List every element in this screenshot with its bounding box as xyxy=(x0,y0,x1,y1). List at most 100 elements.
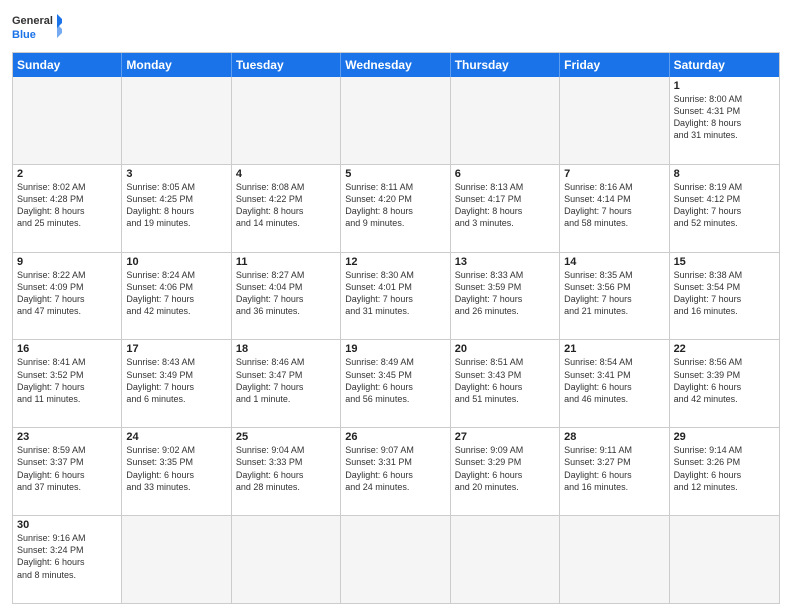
page: General Blue SundayMondayTuesdayWednesda… xyxy=(0,0,792,612)
calendar-cell xyxy=(13,77,122,164)
cell-info: Sunrise: 8:24 AM Sunset: 4:06 PM Dayligh… xyxy=(126,269,226,318)
cell-info: Sunrise: 8:08 AM Sunset: 4:22 PM Dayligh… xyxy=(236,181,336,230)
day-number: 20 xyxy=(455,343,555,355)
calendar: SundayMondayTuesdayWednesdayThursdayFrid… xyxy=(12,52,780,604)
calendar-cell xyxy=(122,516,231,603)
header-day-wednesday: Wednesday xyxy=(341,53,450,77)
cell-info: Sunrise: 9:02 AM Sunset: 3:35 PM Dayligh… xyxy=(126,444,226,493)
day-number: 2 xyxy=(17,168,117,180)
cell-info: Sunrise: 8:54 AM Sunset: 3:41 PM Dayligh… xyxy=(564,356,664,405)
day-number: 14 xyxy=(564,256,664,268)
svg-text:Blue: Blue xyxy=(12,29,36,41)
svg-text:General: General xyxy=(12,15,53,27)
cell-info: Sunrise: 8:49 AM Sunset: 3:45 PM Dayligh… xyxy=(345,356,445,405)
header-day-monday: Monday xyxy=(122,53,231,77)
day-number: 22 xyxy=(674,343,775,355)
day-number: 5 xyxy=(345,168,445,180)
day-number: 10 xyxy=(126,256,226,268)
calendar-cell: 2Sunrise: 8:02 AM Sunset: 4:28 PM Daylig… xyxy=(13,165,122,252)
cell-info: Sunrise: 9:09 AM Sunset: 3:29 PM Dayligh… xyxy=(455,444,555,493)
calendar-cell: 1Sunrise: 8:00 AM Sunset: 4:31 PM Daylig… xyxy=(670,77,779,164)
day-number: 13 xyxy=(455,256,555,268)
calendar-cell: 3Sunrise: 8:05 AM Sunset: 4:25 PM Daylig… xyxy=(122,165,231,252)
calendar-cell: 16Sunrise: 8:41 AM Sunset: 3:52 PM Dayli… xyxy=(13,340,122,427)
calendar-body: 1Sunrise: 8:00 AM Sunset: 4:31 PM Daylig… xyxy=(13,77,779,603)
day-number: 7 xyxy=(564,168,664,180)
day-number: 9 xyxy=(17,256,117,268)
cell-info: Sunrise: 9:16 AM Sunset: 3:24 PM Dayligh… xyxy=(17,532,117,581)
day-number: 6 xyxy=(455,168,555,180)
day-number: 12 xyxy=(345,256,445,268)
calendar-cell xyxy=(341,77,450,164)
calendar-row-2: 9Sunrise: 8:22 AM Sunset: 4:09 PM Daylig… xyxy=(13,253,779,341)
calendar-cell: 13Sunrise: 8:33 AM Sunset: 3:59 PM Dayli… xyxy=(451,253,560,340)
cell-info: Sunrise: 8:41 AM Sunset: 3:52 PM Dayligh… xyxy=(17,356,117,405)
header-day-sunday: Sunday xyxy=(13,53,122,77)
header: General Blue xyxy=(12,10,780,46)
cell-info: Sunrise: 8:16 AM Sunset: 4:14 PM Dayligh… xyxy=(564,181,664,230)
calendar-cell: 17Sunrise: 8:43 AM Sunset: 3:49 PM Dayli… xyxy=(122,340,231,427)
day-number: 17 xyxy=(126,343,226,355)
calendar-cell xyxy=(560,516,669,603)
calendar-cell: 29Sunrise: 9:14 AM Sunset: 3:26 PM Dayli… xyxy=(670,428,779,515)
calendar-cell: 11Sunrise: 8:27 AM Sunset: 4:04 PM Dayli… xyxy=(232,253,341,340)
cell-info: Sunrise: 8:46 AM Sunset: 3:47 PM Dayligh… xyxy=(236,356,336,405)
calendar-cell xyxy=(670,516,779,603)
calendar-row-4: 23Sunrise: 8:59 AM Sunset: 3:37 PM Dayli… xyxy=(13,428,779,516)
header-day-tuesday: Tuesday xyxy=(232,53,341,77)
header-day-saturday: Saturday xyxy=(670,53,779,77)
calendar-cell xyxy=(451,516,560,603)
calendar-cell: 4Sunrise: 8:08 AM Sunset: 4:22 PM Daylig… xyxy=(232,165,341,252)
day-number: 28 xyxy=(564,431,664,443)
day-number: 8 xyxy=(674,168,775,180)
calendar-row-0: 1Sunrise: 8:00 AM Sunset: 4:31 PM Daylig… xyxy=(13,77,779,165)
day-number: 18 xyxy=(236,343,336,355)
cell-info: Sunrise: 8:30 AM Sunset: 4:01 PM Dayligh… xyxy=(345,269,445,318)
calendar-cell: 28Sunrise: 9:11 AM Sunset: 3:27 PM Dayli… xyxy=(560,428,669,515)
calendar-cell: 26Sunrise: 9:07 AM Sunset: 3:31 PM Dayli… xyxy=(341,428,450,515)
calendar-row-5: 30Sunrise: 9:16 AM Sunset: 3:24 PM Dayli… xyxy=(13,516,779,603)
cell-info: Sunrise: 8:13 AM Sunset: 4:17 PM Dayligh… xyxy=(455,181,555,230)
calendar-cell: 24Sunrise: 9:02 AM Sunset: 3:35 PM Dayli… xyxy=(122,428,231,515)
calendar-cell: 9Sunrise: 8:22 AM Sunset: 4:09 PM Daylig… xyxy=(13,253,122,340)
calendar-cell: 18Sunrise: 8:46 AM Sunset: 3:47 PM Dayli… xyxy=(232,340,341,427)
calendar-cell: 8Sunrise: 8:19 AM Sunset: 4:12 PM Daylig… xyxy=(670,165,779,252)
day-number: 16 xyxy=(17,343,117,355)
cell-info: Sunrise: 8:51 AM Sunset: 3:43 PM Dayligh… xyxy=(455,356,555,405)
cell-info: Sunrise: 9:07 AM Sunset: 3:31 PM Dayligh… xyxy=(345,444,445,493)
day-number: 21 xyxy=(564,343,664,355)
cell-info: Sunrise: 9:04 AM Sunset: 3:33 PM Dayligh… xyxy=(236,444,336,493)
cell-info: Sunrise: 9:14 AM Sunset: 3:26 PM Dayligh… xyxy=(674,444,775,493)
cell-info: Sunrise: 8:33 AM Sunset: 3:59 PM Dayligh… xyxy=(455,269,555,318)
day-number: 30 xyxy=(17,519,117,531)
cell-info: Sunrise: 9:11 AM Sunset: 3:27 PM Dayligh… xyxy=(564,444,664,493)
day-number: 19 xyxy=(345,343,445,355)
calendar-cell xyxy=(122,77,231,164)
header-day-friday: Friday xyxy=(560,53,669,77)
cell-info: Sunrise: 8:02 AM Sunset: 4:28 PM Dayligh… xyxy=(17,181,117,230)
calendar-cell: 23Sunrise: 8:59 AM Sunset: 3:37 PM Dayli… xyxy=(13,428,122,515)
day-number: 3 xyxy=(126,168,226,180)
day-number: 4 xyxy=(236,168,336,180)
calendar-cell: 19Sunrise: 8:49 AM Sunset: 3:45 PM Dayli… xyxy=(341,340,450,427)
cell-info: Sunrise: 8:27 AM Sunset: 4:04 PM Dayligh… xyxy=(236,269,336,318)
cell-info: Sunrise: 8:56 AM Sunset: 3:39 PM Dayligh… xyxy=(674,356,775,405)
day-number: 26 xyxy=(345,431,445,443)
calendar-cell: 25Sunrise: 9:04 AM Sunset: 3:33 PM Dayli… xyxy=(232,428,341,515)
day-number: 27 xyxy=(455,431,555,443)
calendar-cell xyxy=(341,516,450,603)
cell-info: Sunrise: 8:05 AM Sunset: 4:25 PM Dayligh… xyxy=(126,181,226,230)
logo-svg: General Blue xyxy=(12,10,62,46)
calendar-cell: 12Sunrise: 8:30 AM Sunset: 4:01 PM Dayli… xyxy=(341,253,450,340)
header-day-thursday: Thursday xyxy=(451,53,560,77)
calendar-cell: 21Sunrise: 8:54 AM Sunset: 3:41 PM Dayli… xyxy=(560,340,669,427)
calendar-header: SundayMondayTuesdayWednesdayThursdayFrid… xyxy=(13,53,779,77)
cell-info: Sunrise: 8:38 AM Sunset: 3:54 PM Dayligh… xyxy=(674,269,775,318)
calendar-cell xyxy=(451,77,560,164)
calendar-row-1: 2Sunrise: 8:02 AM Sunset: 4:28 PM Daylig… xyxy=(13,165,779,253)
calendar-cell: 20Sunrise: 8:51 AM Sunset: 3:43 PM Dayli… xyxy=(451,340,560,427)
calendar-cell: 5Sunrise: 8:11 AM Sunset: 4:20 PM Daylig… xyxy=(341,165,450,252)
calendar-cell: 22Sunrise: 8:56 AM Sunset: 3:39 PM Dayli… xyxy=(670,340,779,427)
calendar-row-3: 16Sunrise: 8:41 AM Sunset: 3:52 PM Dayli… xyxy=(13,340,779,428)
day-number: 11 xyxy=(236,256,336,268)
